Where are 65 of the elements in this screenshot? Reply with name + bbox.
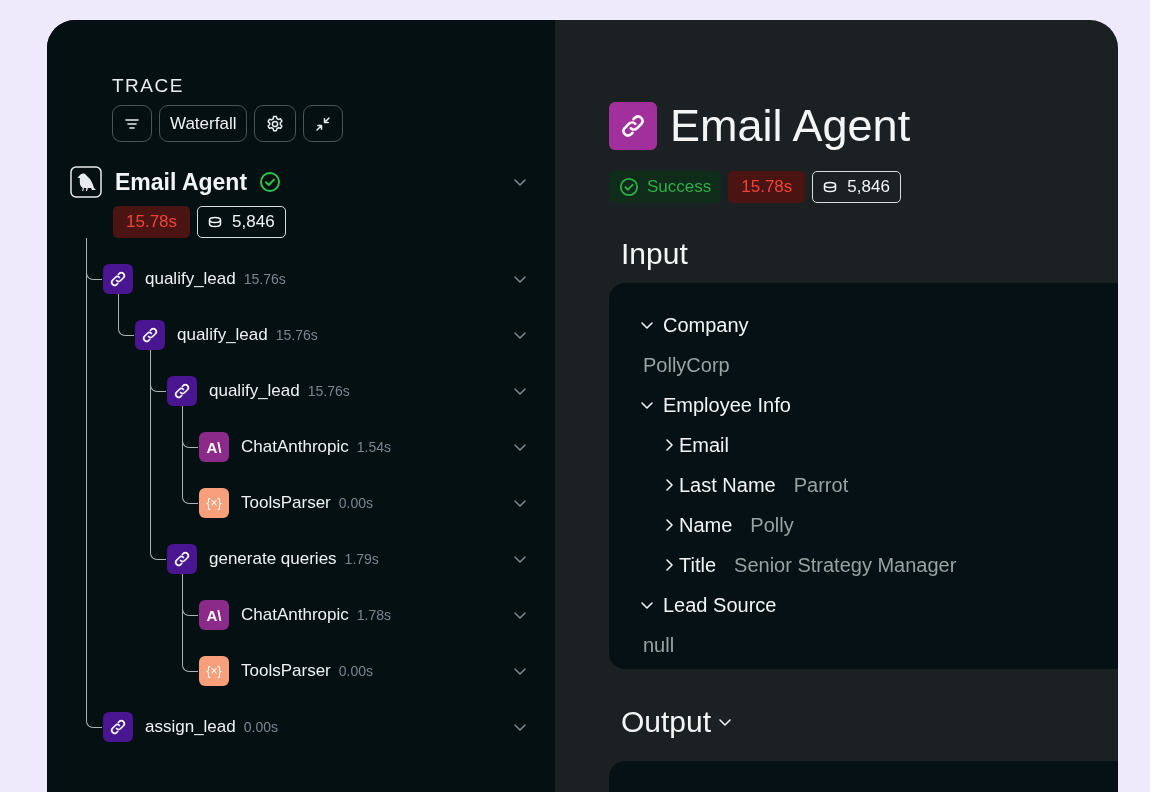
field-key[interactable]: Name: [679, 513, 733, 537]
span-duration: 1.78s: [356, 607, 391, 623]
tree-connector: [150, 518, 166, 560]
span-duration: 0.00s: [338, 495, 373, 511]
span-name[interactable]: qualify_lead: [177, 325, 268, 345]
link-icon: [609, 102, 657, 150]
field-value: Polly: [750, 513, 794, 537]
field-key[interactable]: Email: [679, 433, 729, 457]
span-duration: 1.79s: [344, 551, 379, 567]
bird-icon: [70, 166, 102, 198]
span-name[interactable]: ChatAnthropic: [241, 605, 349, 625]
section-heading: Input: [621, 237, 689, 271]
span-name[interactable]: assign_lead: [145, 717, 236, 737]
link-icon: [167, 544, 197, 574]
status-badge: Success: [609, 171, 722, 203]
span-duration: 1.54s: [356, 439, 391, 455]
parser-icon: {×}: [199, 488, 229, 518]
field-value: Parrot: [793, 473, 849, 497]
link-icon: [135, 320, 165, 350]
model-logo-icon: A\: [199, 432, 229, 462]
section-heading: Output: [621, 705, 712, 739]
filter-button[interactable]: [112, 105, 152, 142]
link-icon: [103, 264, 133, 294]
token-count-badge: 5,846: [812, 171, 901, 203]
field-key[interactable]: Title: [679, 553, 717, 577]
run-title: Email Agent: [670, 100, 911, 152]
span-name[interactable]: qualify_lead: [209, 381, 300, 401]
check-circle-icon: [619, 177, 639, 197]
tree-connector: [118, 294, 134, 336]
collapse-icon: [314, 114, 333, 133]
field-key[interactable]: Employee Info: [663, 393, 791, 417]
field-value: null: [643, 633, 676, 658]
span-duration: 0.00s: [243, 719, 278, 735]
field-key[interactable]: Last Name: [679, 473, 776, 497]
link-icon: [103, 712, 133, 742]
tree-connector: [182, 462, 198, 504]
token-count-badge: 5,846: [197, 206, 286, 238]
tree-connector: [86, 686, 102, 728]
span-duration: 15.76s: [307, 383, 350, 399]
field-key[interactable]: Company: [663, 313, 749, 337]
span-duration: 15.76s: [275, 327, 318, 343]
panel-heading: TRACE: [112, 75, 185, 97]
settings-button[interactable]: [254, 105, 297, 142]
tree-connector: [182, 630, 198, 672]
coins-icon: [208, 216, 223, 228]
span-duration: 15.76s: [243, 271, 286, 287]
model-logo-icon: A\: [199, 600, 229, 630]
parser-icon: {×}: [199, 656, 229, 686]
span-name[interactable]: ChatAnthropic: [241, 437, 349, 457]
coins-icon: [823, 181, 838, 193]
view-mode-button[interactable]: Waterfall: [159, 105, 248, 142]
settings-icon: [265, 113, 286, 134]
span-name[interactable]: ToolsParser: [241, 493, 331, 513]
field-value: Senior Strategy Manager: [734, 553, 957, 577]
field-value: PollyCorp: [643, 353, 731, 378]
duration-badge: 15.78s: [728, 171, 806, 203]
span-name[interactable]: qualify_lead: [145, 269, 236, 289]
span-duration: 0.00s: [338, 663, 373, 679]
collapse-button[interactable]: [303, 105, 344, 142]
field-key[interactable]: Lead Source: [663, 593, 777, 617]
link-icon: [167, 376, 197, 406]
span-name[interactable]: ToolsParser: [241, 661, 331, 681]
span-name[interactable]: generate queries: [209, 549, 337, 569]
trace-root-name[interactable]: Email Agent: [115, 168, 248, 196]
duration-badge: 15.78s: [113, 206, 191, 238]
